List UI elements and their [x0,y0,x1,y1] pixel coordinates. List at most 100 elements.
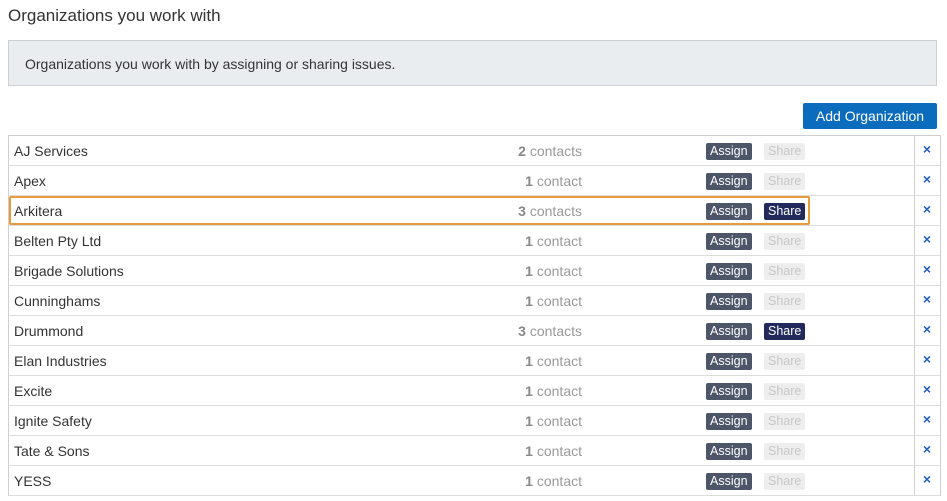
close-icon[interactable]: × [919,291,935,309]
contacts-count-number: 1 [525,413,533,429]
table-row: Ignite Safety 1 contact Assign Share × [8,406,941,436]
contacts-count-unit: contact [536,233,582,249]
contacts-count-number: 1 [525,443,533,459]
share-button[interactable]: Share [764,473,806,490]
contacts-count-number: 1 [525,233,533,249]
contacts-count: 1 contact [525,263,582,279]
organization-name: Elan Industries [14,353,107,369]
organization-name: YESS [14,473,52,489]
contacts-count: 1 contact [525,413,582,429]
table-row: Arkitera 3 contacts Assign Share × [8,196,941,226]
share-button[interactable]: Share [764,203,806,220]
organization-name: Drummond [14,323,84,339]
organization-name: Apex [14,173,46,189]
organization-name: Arkitera [14,203,63,219]
contacts-count-unit: contact [536,353,582,369]
organization-name: Ignite Safety [14,413,92,429]
contacts-count: 1 contact [525,353,582,369]
share-button[interactable]: Share [764,353,806,370]
share-button[interactable]: Share [764,143,806,160]
organization-name: Brigade Solutions [14,263,124,279]
share-button[interactable]: Share [764,293,806,310]
assign-button[interactable]: Assign [706,323,752,340]
contacts-count: 1 contact [525,233,582,249]
table-row: Excite 1 contact Assign Share × [8,376,941,406]
assign-button[interactable]: Assign [706,293,752,310]
column-divider [914,166,915,195]
contacts-count-number: 1 [525,173,533,189]
organization-name: Tate & Sons [14,443,90,459]
close-icon[interactable]: × [919,471,935,489]
contacts-count-number: 2 [518,143,526,159]
contacts-count-number: 3 [518,323,526,339]
close-icon[interactable]: × [919,261,935,279]
assign-button[interactable]: Assign [706,143,752,160]
table-row: Brigade Solutions 1 contact Assign Share × [8,256,941,286]
close-icon[interactable]: × [919,381,935,399]
close-icon[interactable]: × [919,201,935,219]
contacts-count-number: 3 [518,203,526,219]
assign-button[interactable]: Assign [706,443,752,460]
share-button[interactable]: Share [764,263,806,280]
assign-button[interactable]: Assign [706,413,752,430]
column-divider [914,256,915,285]
table-row: Elan Industries 1 contact Assign Share × [8,346,941,376]
contacts-count-number: 1 [525,353,533,369]
table-row: Cunninghams 1 contact Assign Share × [8,286,941,316]
table-row: Tate & Sons 1 contact Assign Share × [8,436,941,466]
contacts-count-unit: contact [536,383,582,399]
share-button[interactable]: Share [764,413,806,430]
assign-button[interactable]: Assign [706,353,752,370]
contacts-count: 1 contact [525,383,582,399]
column-divider [914,316,915,345]
column-divider [914,436,915,465]
contacts-count: 1 contact [525,473,582,489]
close-icon[interactable]: × [919,231,935,249]
contacts-count-number: 1 [525,293,533,309]
share-button[interactable]: Share [764,173,806,190]
contacts-count: 2 contacts [518,143,582,159]
assign-button[interactable]: Assign [706,473,752,490]
share-button[interactable]: Share [764,233,806,250]
contacts-count: 1 contact [525,293,582,309]
table-row: Drummond 3 contacts Assign Share × [8,316,941,346]
assign-button[interactable]: Assign [706,173,752,190]
share-button[interactable]: Share [764,323,806,340]
table-row: YESS 1 contact Assign Share × [8,466,941,496]
contacts-count-unit: contact [536,413,582,429]
contacts-count-unit: contact [536,263,582,279]
assign-button[interactable]: Assign [706,383,752,400]
column-divider [914,286,915,315]
contacts-count-number: 1 [525,383,533,399]
contacts-count-unit: contacts [529,203,582,219]
organization-name: Excite [14,383,53,399]
contacts-count-unit: contacts [529,323,582,339]
close-icon[interactable]: × [919,351,935,369]
share-button[interactable]: Share [764,443,806,460]
contacts-count-unit: contact [536,293,582,309]
close-icon[interactable]: × [919,411,935,429]
assign-button[interactable]: Assign [706,263,752,280]
close-icon[interactable]: × [919,321,935,339]
assign-button[interactable]: Assign [706,203,752,220]
assign-button[interactable]: Assign [706,233,752,250]
organization-name: AJ Services [14,143,88,159]
contacts-count: 1 contact [525,173,582,189]
column-divider [914,226,915,255]
column-divider [914,196,915,225]
column-divider [914,346,915,375]
table-row: AJ Services 2 contacts Assign Share × [8,136,941,166]
add-organization-button[interactable]: Add Organization [803,103,937,129]
share-button[interactable]: Share [764,383,806,400]
table-row: Apex 1 contact Assign Share × [8,166,941,196]
column-divider [914,136,915,165]
organization-name: Belten Pty Ltd [14,233,102,249]
contacts-count: 1 contact [525,443,582,459]
table-row: Belten Pty Ltd 1 contact Assign Share × [8,226,941,256]
close-icon[interactable]: × [919,171,935,189]
column-divider [914,406,915,435]
contacts-count-unit: contacts [529,143,582,159]
close-icon[interactable]: × [919,141,935,159]
close-icon[interactable]: × [919,441,935,459]
contacts-count-number: 1 [525,473,533,489]
